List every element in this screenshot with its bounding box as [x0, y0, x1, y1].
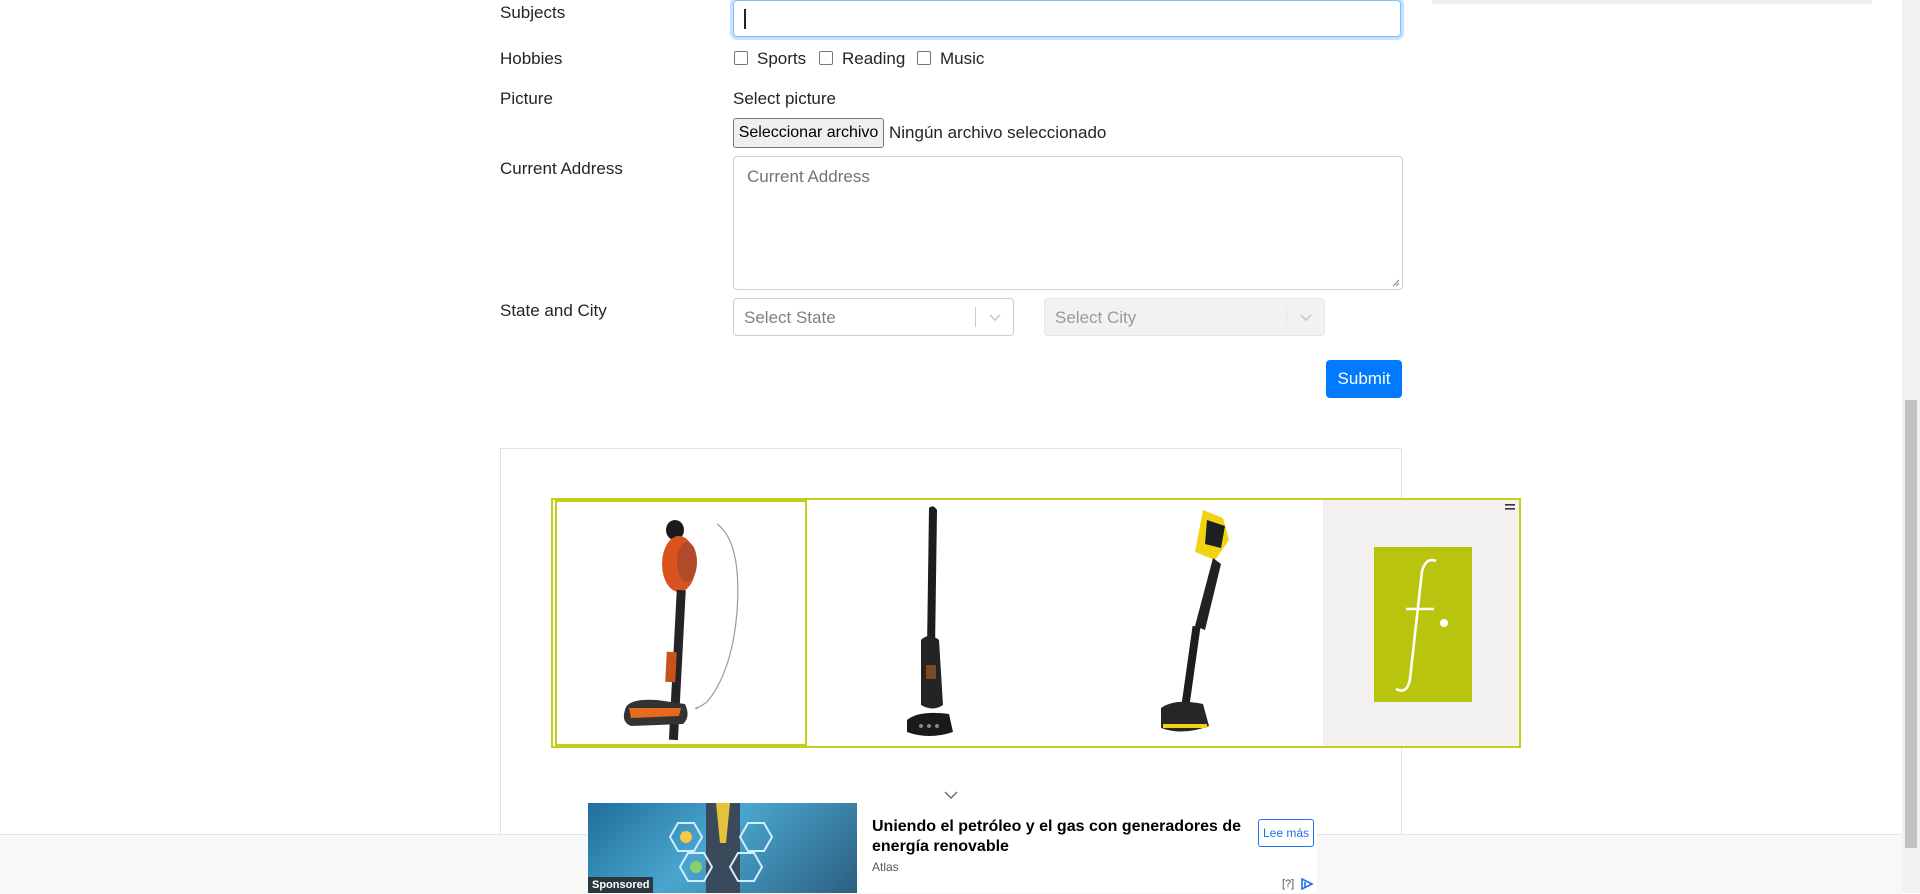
- file-status-text: Ningún archivo seleccionado: [889, 123, 1107, 142]
- select-separator: [975, 307, 976, 327]
- product-image-vacuum-yellow[interactable]: [1065, 500, 1323, 746]
- falabella-f-icon: [1395, 558, 1448, 692]
- vacuum-yellow-icon: [1161, 510, 1229, 732]
- vacuum-orange-icon: [623, 520, 739, 741]
- native-ad-source: Atlas: [872, 860, 899, 874]
- native-ad-title[interactable]: Uniendo el petróleo y el gas con generad…: [872, 817, 1252, 857]
- product-image-vacuum-black[interactable]: [809, 500, 1063, 746]
- scrollbar-thumb[interactable]: [1905, 400, 1917, 848]
- read-more-button[interactable]: Lee más: [1258, 819, 1314, 847]
- native-ad-image[interactable]: Sponsored: [588, 803, 857, 893]
- subjects-input[interactable]: [733, 0, 1401, 37]
- current-address-textarea[interactable]: Current Address: [733, 156, 1403, 290]
- submit-button[interactable]: Submit: [1326, 360, 1402, 398]
- native-ad[interactable]: Sponsored Uniendo el petróleo y el gas c…: [588, 803, 1317, 893]
- vacuum-black-icon: [907, 506, 953, 736]
- chevron-down-icon[interactable]: [943, 789, 959, 801]
- state-select[interactable]: Select State: [733, 298, 1014, 336]
- top-divider: [1432, 0, 1872, 4]
- adchoices-icon[interactable]: [1300, 878, 1314, 890]
- banner-ad[interactable]: [551, 498, 1521, 748]
- sponsored-badge: Sponsored: [588, 877, 654, 893]
- city-select[interactable]: Select City: [1044, 298, 1325, 336]
- sports-checkbox-label[interactable]: Sports: [757, 49, 806, 69]
- music-checkbox[interactable]: [917, 51, 931, 65]
- music-checkbox-label[interactable]: Music: [940, 49, 984, 69]
- state-city-label: State and City: [500, 301, 607, 320]
- city-select-placeholder: Select City: [1055, 308, 1137, 327]
- sports-checkbox[interactable]: [734, 51, 748, 65]
- subjects-label: Subjects: [500, 3, 566, 22]
- picture-label: Picture: [500, 89, 553, 108]
- ad-help-link[interactable]: [?]: [1282, 878, 1294, 890]
- text-caret: [744, 9, 746, 29]
- reading-checkbox[interactable]: [819, 51, 833, 65]
- select-separator: [1286, 307, 1287, 327]
- reading-checkbox-label[interactable]: Reading: [842, 49, 905, 69]
- brand-logo-panel[interactable]: [1323, 500, 1519, 746]
- file-upload-button[interactable]: Seleccionar archivo: [733, 118, 884, 148]
- ad-menu-icon[interactable]: [1505, 503, 1515, 511]
- chevron-down-icon[interactable]: [987, 309, 1003, 325]
- state-select-placeholder: Select State: [744, 308, 836, 327]
- current-address-label: Current Address: [500, 159, 623, 178]
- resize-grip-icon[interactable]: [1392, 279, 1400, 287]
- product-image-vacuum-orange[interactable]: [555, 500, 807, 746]
- brand-logo: [1374, 547, 1472, 702]
- chevron-down-icon[interactable]: [1298, 309, 1314, 325]
- select-picture-label: Select picture: [733, 89, 836, 108]
- current-address-placeholder: Current Address: [747, 167, 870, 186]
- hobbies-label: Hobbies: [500, 49, 563, 68]
